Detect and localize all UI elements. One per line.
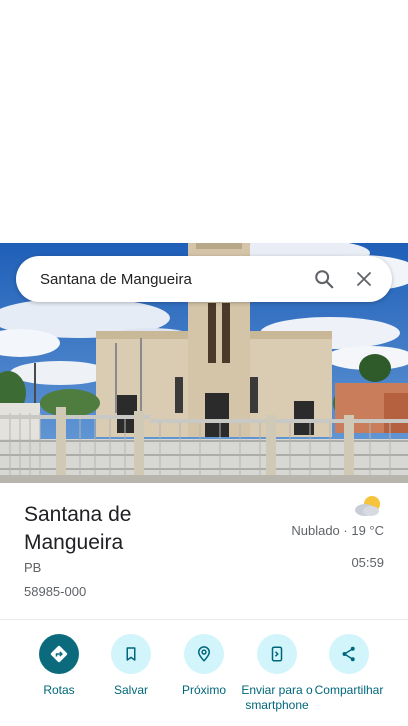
partly-cloudy-icon <box>352 494 384 518</box>
map-blank-area <box>0 0 408 243</box>
save-label: Salvar <box>113 683 148 697</box>
send-to-phone-label: Enviar para o smartphone <box>241 683 313 712</box>
nearby-label: Próximo <box>181 683 226 697</box>
place-info-panel: Santana de Mangueira PB 58985-000 Nublad… <box>0 483 408 619</box>
send-to-phone-button[interactable]: Enviar para o smartphone <box>239 634 315 713</box>
directions-icon[interactable] <box>39 634 79 674</box>
search-query[interactable]: Santana de Mangueira <box>40 271 304 288</box>
save-button[interactable]: Salvar <box>93 634 169 698</box>
search-icon[interactable] <box>304 259 344 299</box>
share-button[interactable]: Compartilhar <box>311 634 387 698</box>
share-label: Compartilhar <box>314 683 384 697</box>
send-to-phone-icon[interactable] <box>257 634 297 674</box>
share-icon[interactable] <box>329 634 369 674</box>
directions-button[interactable]: Rotas <box>21 634 97 698</box>
place-postal-code: 58985-000 <box>24 584 87 599</box>
directions-label: Rotas <box>43 683 75 697</box>
weather-time: 05:59 <box>351 555 384 570</box>
search-bar[interactable]: Santana de Mangueira <box>16 256 392 302</box>
place-state: PB <box>24 560 42 575</box>
place-title: Santana de Mangueira <box>24 503 132 554</box>
bookmark-icon[interactable] <box>111 634 151 674</box>
nearby-button[interactable]: Próximo <box>166 634 242 698</box>
action-bar: Rotas Salvar Próximo Enviar para o smart… <box>0 620 408 726</box>
weather-condition: Nublado · 19 °C <box>291 523 384 538</box>
close-icon[interactable] <box>344 259 384 299</box>
nearby-icon[interactable] <box>184 634 224 674</box>
